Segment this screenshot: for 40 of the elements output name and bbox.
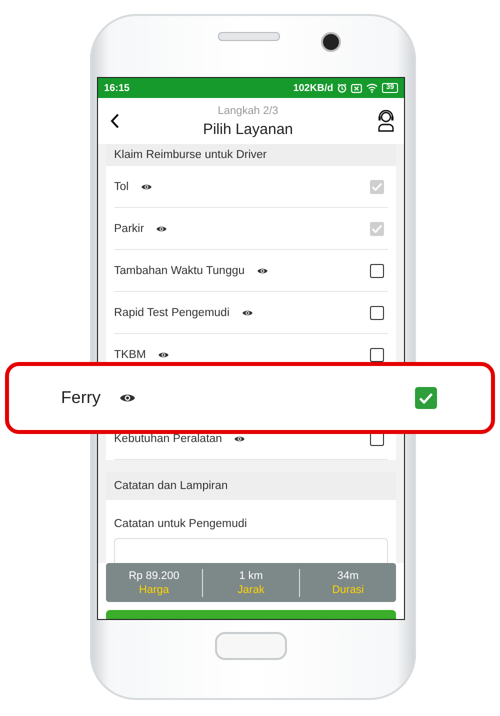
checkbox[interactable]: [370, 306, 384, 320]
eye-icon[interactable]: [242, 308, 252, 316]
checkbox[interactable]: [415, 387, 437, 409]
service-label: Tol: [114, 180, 129, 192]
network-speed: 102KB/d: [293, 82, 334, 94]
summary-label: Jarak: [238, 582, 264, 596]
wifi-icon: [366, 83, 378, 93]
service-label: TKBM: [114, 348, 146, 360]
summary-value: Rp 89.200: [128, 568, 180, 582]
eye-icon[interactable]: [140, 182, 152, 190]
eye-icon[interactable]: [156, 224, 168, 232]
summary-label: Harga: [139, 582, 169, 596]
eye-icon[interactable]: [256, 266, 268, 274]
check-icon: [371, 224, 383, 234]
speaker-slot: [218, 32, 280, 41]
back-button[interactable]: [110, 113, 120, 129]
step-indicator: Langkah 2/3: [218, 104, 278, 116]
status-time: 16:15: [104, 82, 130, 94]
checkbox[interactable]: [370, 264, 384, 278]
service-label: Rapid Test Pengemudi: [114, 306, 230, 318]
service-label: Kebutuhan Peralatan: [114, 432, 222, 444]
summary-label: Durasi: [332, 582, 364, 596]
section-title: Klaim Reimburse untuk Driver: [114, 149, 267, 161]
camera-lens: [323, 34, 339, 50]
service-label: Tambahan Waktu Tunggu: [114, 264, 245, 276]
page-title: Pilih Layanan: [202, 120, 294, 138]
check-icon: [418, 392, 434, 404]
summary-value: 34m: [337, 568, 359, 582]
eye-icon[interactable]: [234, 434, 246, 442]
alarm-icon: [337, 83, 348, 93]
service-label: Parkir: [114, 222, 144, 234]
field-label: Catatan untuk Pengemudi: [114, 518, 247, 530]
eye-icon[interactable]: [118, 392, 136, 404]
support-agent-icon[interactable]: [376, 110, 396, 132]
eye-icon[interactable]: [158, 350, 169, 358]
section-title: Catatan dan Lampiran: [114, 480, 228, 492]
close-box-icon: [351, 84, 362, 92]
service-label: Ferry: [61, 388, 101, 408]
check-icon: [371, 182, 383, 192]
summary-value: 1 km: [239, 568, 263, 582]
